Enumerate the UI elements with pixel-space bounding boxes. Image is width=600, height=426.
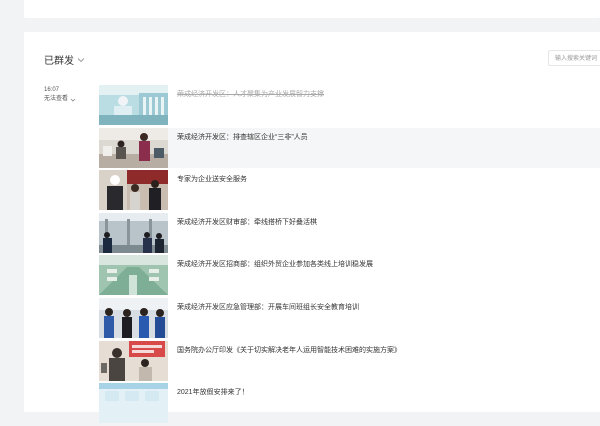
section-title: 已群发 (44, 56, 74, 67)
article-item[interactable]: 荣成经济开发区招商部：组织外贸企业参加各类线上培训稳发展 (99, 255, 600, 296)
search-input[interactable]: 输入搜索关键词 (548, 50, 600, 66)
article-thumbnail (99, 170, 168, 211)
article-title: 2021年放假安排来了！ (177, 389, 249, 397)
article-title: 专家为企业送安全服务 (177, 176, 247, 184)
article-item[interactable]: 荣成经济开发区：人才聚集为产业发展智力支撑 (99, 85, 600, 125)
chevron-down-icon (77, 57, 85, 62)
article-item[interactable]: 荣成经济开发区应急管理部：开展车间班组长安全教育培训 (99, 297, 600, 338)
article-item[interactable]: 荣成经济开发区：排查辖区企业“三非”人员 (99, 127, 600, 168)
article-title: 荣成经济开发区应急管理部：开展车间班组长安全教育培训 (177, 303, 359, 311)
chevron-down-icon (70, 98, 76, 102)
status-label: 无法查看 (44, 96, 69, 102)
article-title: 国务院办公厅印发《关于切实解决老年人运用智能技术困难的实施方案》 (177, 346, 401, 354)
article-thumbnail (99, 127, 168, 168)
article-title: 荣成经济开发区：人才聚集为产业发展智力支撑 (177, 91, 324, 98)
article-thumbnail (99, 85, 168, 125)
article-item[interactable]: 专家为企业送安全服务 (99, 170, 600, 211)
article-title: 荣成经济开发区财审部：牵线搭桥下好叠活棋 (177, 218, 317, 226)
message-group-meta: 16:07 无法查看 (44, 86, 76, 104)
article-thumbnail (99, 255, 168, 296)
article-title: 荣成经济开发区：排查辖区企业“三非”人员 (177, 133, 308, 141)
article-list: 荣成经济开发区：人才聚集为产业发展智力支撑 荣成经济开发区：排查辖区企业“三非”… (99, 85, 600, 426)
sent-messages-panel: 已群发 输入搜索关键词 16:07 无法查看 荣成经济开发区：人才聚集为产业发展… (24, 32, 600, 424)
article-item[interactable]: 荣成经济开发区财审部：牵线搭桥下好叠活棋 (99, 212, 600, 253)
status-dropdown[interactable]: 无法查看 (44, 95, 76, 104)
article-title: 荣成经济开发区招商部：组织外贸企业参加各类线上培训稳发展 (177, 261, 373, 269)
article-thumbnail (99, 383, 168, 424)
article-thumbnail (99, 297, 168, 338)
section-header[interactable]: 已群发 (44, 52, 86, 67)
top-panel (24, 0, 600, 18)
article-thumbnail (99, 212, 168, 253)
article-item[interactable]: 2021年放假安排来了！ (99, 383, 600, 424)
article-item[interactable]: 国务院办公厅印发《关于切实解决老年人运用智能技术困难的实施方案》 (99, 340, 600, 381)
send-time: 16:07 (44, 87, 60, 93)
article-thumbnail (99, 340, 168, 381)
